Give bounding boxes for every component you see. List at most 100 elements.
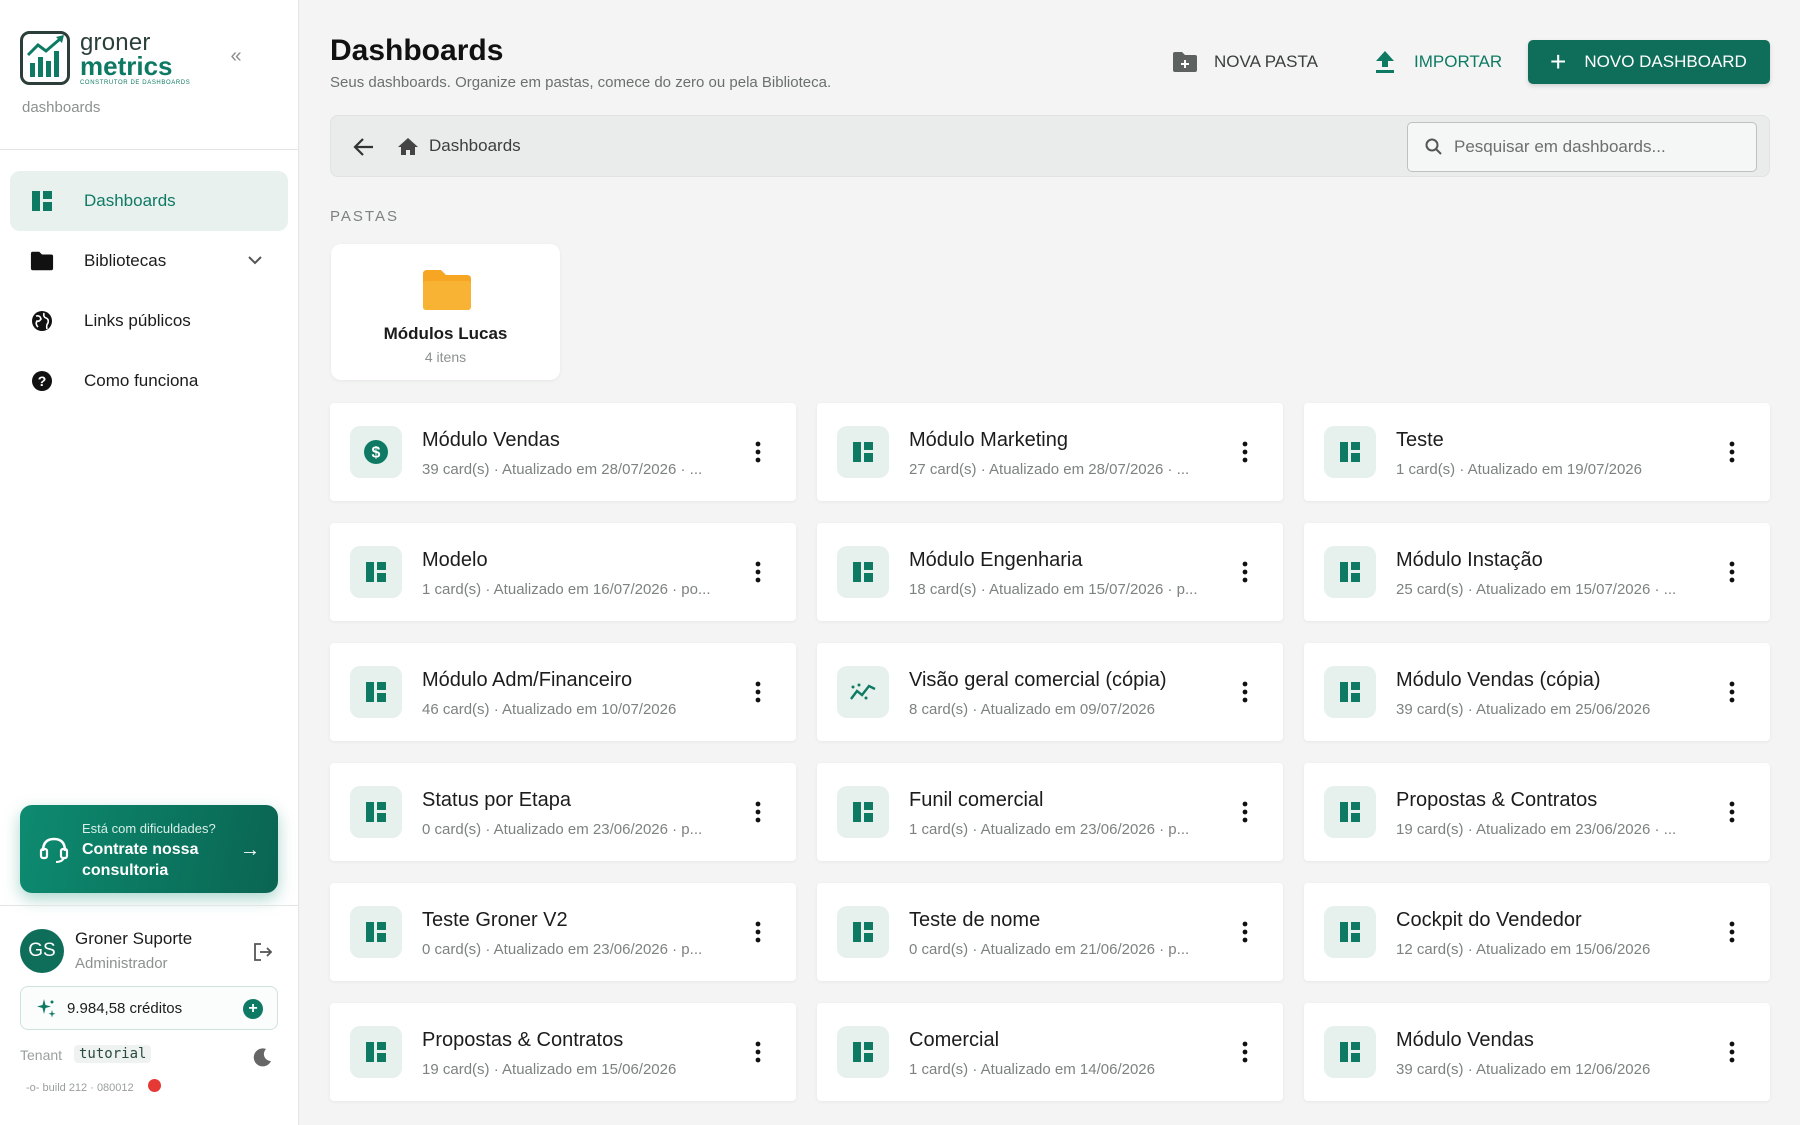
sidebar-item-dashboards[interactable]: Dashboards — [10, 171, 288, 231]
plus-icon: + — [1550, 46, 1567, 77]
sidebar-divider — [0, 149, 299, 150]
chevron-double-left-icon: « — [230, 45, 242, 67]
dashboard-card[interactable]: Módulo Instação 25 card(s) · Atualizado e… — [1304, 523, 1770, 621]
avatar[interactable]: GS — [20, 929, 64, 973]
more-vert-icon[interactable] — [748, 557, 768, 587]
dashboard-meta: 1 card(s) · Atualizado em 19/07/2026 — [1396, 461, 1642, 478]
folder-icon — [30, 249, 54, 273]
more-vert-icon[interactable] — [1235, 677, 1255, 707]
breadcrumb-toolbar: Dashboards — [330, 115, 1770, 177]
sidebar: groner metrics CONSTRUTOR DE DASHBOARDS … — [0, 0, 299, 1125]
dashboard-title: Status por Etapa — [422, 789, 571, 811]
dashboard-icon — [837, 546, 889, 598]
dashboard-title: Propostas & Contratos — [1396, 789, 1598, 811]
dashboard-meta: 0 card(s) · Atualizado em 21/06/2026 · p… — [909, 941, 1190, 958]
dashboard-icon — [1324, 546, 1376, 598]
collapse-sidebar-button[interactable]: « — [225, 46, 247, 68]
support-agent-icon — [39, 837, 69, 863]
dashboard-meta: 39 card(s) · Atualizado em 28/07/2026 · … — [422, 461, 703, 478]
dashboard-icon — [1324, 906, 1376, 958]
sidebar-item-label: Links públicos — [84, 311, 191, 330]
more-vert-icon[interactable] — [1722, 797, 1742, 827]
brand-logo[interactable]: groner metrics CONSTRUTOR DE DASHBOARDS — [20, 30, 190, 86]
dashboard-card[interactable]: Funil comercial 1 card(s) · Atualizado em… — [817, 763, 1283, 861]
credits-button[interactable]: 9.984,58 créditos + — [20, 986, 278, 1030]
dashboard-icon — [1324, 786, 1376, 838]
sidebar-item-links-publicos[interactable]: Links públicos — [10, 291, 288, 351]
notification-dot[interactable] — [148, 1079, 161, 1092]
dashboard-card[interactable]: Modelo 1 card(s) · Atualizado em 16/07/20… — [330, 523, 796, 621]
novo-dashboard-button[interactable]: + NOVO DASHBOARD — [1528, 40, 1770, 84]
consultoria-promo-button[interactable]: Está com dificuldades? Contrate nossa co… — [20, 805, 278, 893]
breadcrumb[interactable]: Dashboards — [429, 136, 521, 156]
more-vert-icon[interactable] — [748, 1037, 768, 1067]
dashboard-card[interactable]: Propostas & Contratos 19 card(s) · Atuali… — [330, 1003, 796, 1101]
dashboard-title: Módulo Instação — [1396, 549, 1543, 571]
dashboard-title: Módulo Vendas (cópia) — [1396, 669, 1601, 691]
more-vert-icon[interactable] — [1722, 1037, 1742, 1067]
dashboard-icon — [350, 546, 402, 598]
dashboard-icon — [350, 666, 402, 718]
globe-icon — [30, 309, 54, 333]
dashboard-card[interactable]: Status por Etapa 0 card(s) · Atualizado e… — [330, 763, 796, 861]
add-credits-icon[interactable]: + — [243, 999, 263, 1019]
sidebar-item-label: Dashboards — [84, 191, 176, 210]
more-vert-icon[interactable] — [1235, 557, 1255, 587]
dollar-icon: $ — [350, 426, 402, 478]
dashboard-card[interactable]: Teste de nome 0 card(s) · Atualizado em 2… — [817, 883, 1283, 981]
more-vert-icon[interactable] — [1235, 917, 1255, 947]
promo-question: Está com dificuldades? — [82, 821, 216, 836]
brand-name-metrics: metrics — [80, 50, 173, 81]
logout-icon[interactable] — [252, 941, 274, 963]
dashboard-card[interactable]: Módulo Engenharia 18 card(s) · Atualizado… — [817, 523, 1283, 621]
more-vert-icon[interactable] — [1722, 917, 1742, 947]
sparkle-icon — [37, 999, 56, 1018]
dark-mode-icon[interactable] — [252, 1046, 274, 1068]
folder-count: 4 itens — [424, 349, 467, 365]
dashboard-card[interactable]: Comercial 1 card(s) · Atualizado em 14/06… — [817, 1003, 1283, 1101]
dashboard-card[interactable]: $ Módulo Vendas 39 card(s) · Atualizado em… — [330, 403, 796, 501]
dashboard-card[interactable]: Módulo Vendas (cópia) 39 card(s) · Atuali… — [1304, 643, 1770, 741]
arrow-right-icon: → — [240, 839, 260, 861]
dashboard-card[interactable]: Visão geral comercial (cópia) 8 card(s) ·… — [817, 643, 1283, 741]
dashboard-title: Teste Groner V2 — [422, 909, 568, 931]
more-vert-icon[interactable] — [1722, 557, 1742, 587]
nova-pasta-label: NOVA PASTA — [1214, 52, 1318, 71]
more-vert-icon[interactable] — [748, 797, 768, 827]
importar-button[interactable]: IMPORTAR — [1372, 40, 1502, 84]
more-vert-icon[interactable] — [748, 677, 768, 707]
dashboard-title: Módulo Vendas — [1396, 1029, 1534, 1051]
more-vert-icon[interactable] — [1722, 437, 1742, 467]
dashboard-meta: 46 card(s) · Atualizado em 10/07/2026 — [422, 701, 677, 718]
svg-text:$: $ — [372, 445, 381, 462]
dashboard-card[interactable]: Módulo Marketing 27 card(s) · Atualizado … — [817, 403, 1283, 501]
more-vert-icon[interactable] — [1235, 797, 1255, 827]
dashboard-card[interactable]: Módulo Adm/Financeiro 46 card(s) · Atuali… — [330, 643, 796, 741]
search-input[interactable] — [1454, 137, 1744, 157]
dashboard-title: Funil comercial — [909, 789, 1044, 811]
more-vert-icon[interactable] — [1235, 1037, 1255, 1067]
dashboard-card[interactable]: Módulo Vendas 39 card(s) · Atualizado em … — [1304, 1003, 1770, 1101]
more-vert-icon[interactable] — [748, 437, 768, 467]
credits-amount: 9.984,58 créditos — [67, 999, 183, 1017]
more-vert-icon[interactable] — [748, 917, 768, 947]
dashboard-card[interactable]: Teste Groner V2 0 card(s) · Atualizado em… — [330, 883, 796, 981]
dashboard-icon — [1324, 666, 1376, 718]
home-icon[interactable] — [397, 136, 419, 158]
dashboard-meta: 0 card(s) · Atualizado em 23/06/2026 · p… — [422, 821, 703, 838]
svg-text:?: ? — [38, 373, 47, 389]
dashboard-card[interactable]: Cockpit do Vendedor 12 card(s) · Atualiza… — [1304, 883, 1770, 981]
dashboard-meta: 1 card(s) · Atualizado em 16/07/2026 · p… — [422, 581, 711, 598]
nova-pasta-button[interactable]: NOVA PASTA — [1172, 40, 1318, 84]
chevron-down-icon[interactable] — [246, 251, 264, 269]
dashboard-card[interactable]: Propostas & Contratos 19 card(s) · Atuali… — [1304, 763, 1770, 861]
more-vert-icon[interactable] — [1235, 437, 1255, 467]
dashboard-title: Comercial — [909, 1029, 1000, 1051]
more-vert-icon[interactable] — [1722, 677, 1742, 707]
sidebar-item-como-funciona[interactable]: ? Como funciona — [10, 351, 288, 411]
arrow-back-icon[interactable] — [351, 134, 377, 160]
dashboard-icon — [1324, 1026, 1376, 1078]
dashboard-card[interactable]: Teste 1 card(s) · Atualizado em 19/07/202… — [1304, 403, 1770, 501]
sidebar-item-bibliotecas[interactable]: Bibliotecas — [10, 231, 288, 291]
folder-card[interactable]: Módulos Lucas 4 itens — [331, 244, 560, 380]
